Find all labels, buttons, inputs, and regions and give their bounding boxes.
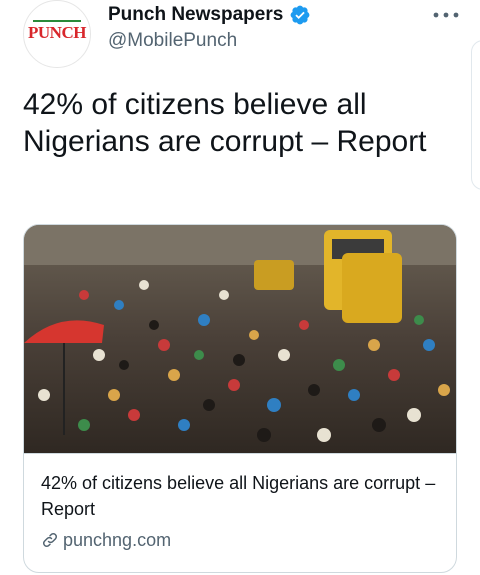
card-title[interactable]: 42% of citizens believe all Nigerians ar… xyxy=(41,470,441,522)
tweet-text: 42% of citizens believe all Nigerians ar… xyxy=(23,88,427,158)
author-handle[interactable]: @MobilePunch xyxy=(108,30,237,52)
card-domain-row[interactable]: punchng.com xyxy=(41,528,171,552)
card-domain: punchng.com xyxy=(63,529,172,550)
author-display-name[interactable]: Punch Newspapers xyxy=(108,4,283,26)
author-avatar[interactable]: PUNCH xyxy=(23,0,91,68)
card-divider xyxy=(24,453,456,454)
link-preview-card[interactable]: 42% of citizens believe all Nigerians ar… xyxy=(23,224,457,573)
avatar-logo-text: PUNCH xyxy=(24,20,90,43)
more-horizontal-icon[interactable] xyxy=(432,10,460,20)
verified-badge-icon xyxy=(290,5,310,25)
author-name-row: Punch Newspapers xyxy=(108,3,311,27)
adjacent-panel-edge xyxy=(471,40,480,190)
card-crowd-image xyxy=(24,225,456,453)
link-icon xyxy=(42,532,58,548)
